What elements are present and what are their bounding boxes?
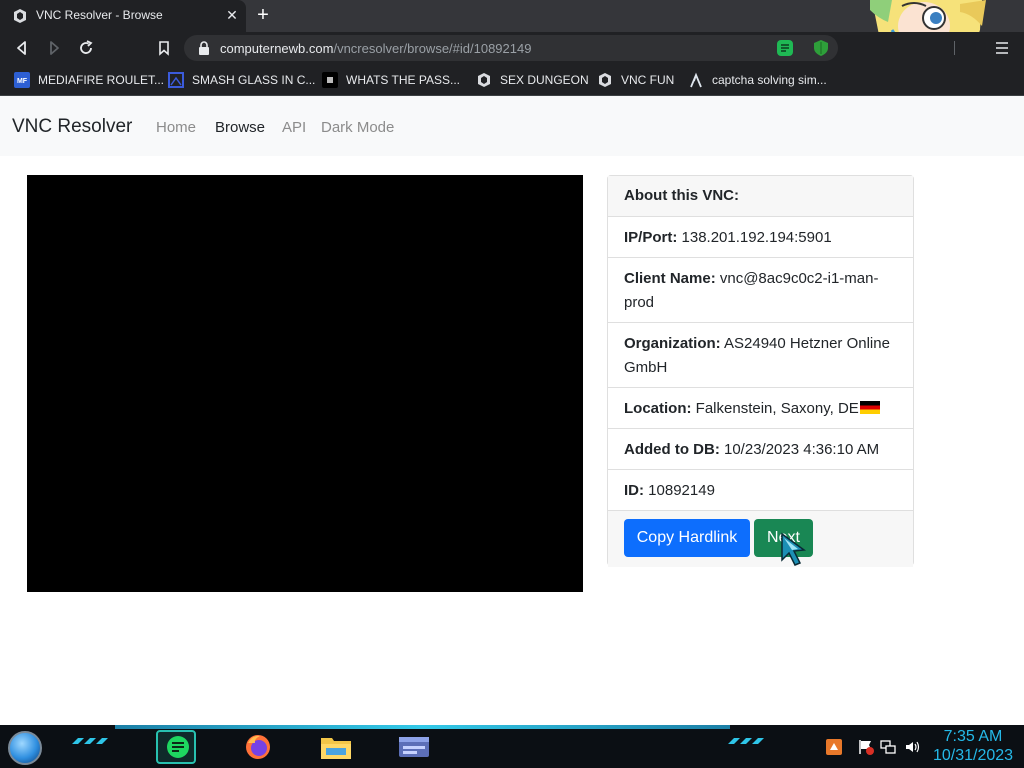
nav-link-api[interactable]: API xyxy=(282,119,306,136)
browser-tab-bar: VNC Resolver - Browse ✕ + xyxy=(0,0,1024,60)
network-icon[interactable] xyxy=(880,739,896,755)
mediafire-icon: MF xyxy=(14,72,30,88)
forward-icon[interactable] xyxy=(44,38,64,58)
taskbar: 7:35 AM 10/31/2023 xyxy=(0,725,1024,768)
browser-toolbar: computernewb.com/vncresolver/browse/#id/… xyxy=(0,32,1024,64)
action-center-flag-icon[interactable] xyxy=(858,739,874,755)
bookmark-icon[interactable] xyxy=(154,38,174,58)
bookmark-label: SMASH GLASS IN C... xyxy=(192,73,316,87)
taskbar-app-firefox[interactable] xyxy=(238,730,278,764)
nav-link-home[interactable]: Home xyxy=(156,119,196,136)
org-label: Organization: xyxy=(624,335,721,352)
vnc-logo-icon xyxy=(478,73,490,87)
bookmark-label: WHATS THE PASS... xyxy=(346,73,461,87)
bookmark-label: SEX DUNGEON xyxy=(500,73,589,87)
added-value: 10/23/2023 4:36:10 AM xyxy=(724,441,880,458)
clock-time: 7:35 AM xyxy=(943,728,1003,745)
nav-link-browse[interactable]: Browse xyxy=(215,119,265,136)
info-row-location: Location: Falkenstein, Saxony, DE xyxy=(608,388,913,429)
start-button[interactable] xyxy=(8,731,42,765)
url-path: /vncresolver/browse/#id/10892149 xyxy=(333,41,532,56)
firefox-icon xyxy=(246,735,270,759)
ip-value: 138.201.192.194:5901 xyxy=(681,229,832,246)
browser-menu-icon[interactable] xyxy=(994,38,1010,58)
site-navbar: VNC Resolver Home Browse API Dark Mode xyxy=(0,96,1024,156)
info-row-added: Added to DB: 10/23/2023 4:36:10 AM xyxy=(608,429,913,470)
url-domain: computernewb.com xyxy=(220,41,334,56)
vnc-info-card: About this VNC: IP/Port: 138.201.192.194… xyxy=(607,175,914,567)
address-bar[interactable]: computernewb.com/vncresolver/browse/#id/… xyxy=(184,35,955,61)
lambda-icon xyxy=(690,72,702,88)
taskbar-app-notes[interactable] xyxy=(156,730,196,764)
browser-tab[interactable]: VNC Resolver - Browse ✕ xyxy=(0,0,246,32)
omnibox-separator xyxy=(954,41,955,55)
card-footer: Copy Hardlink Next xyxy=(608,511,913,567)
taskbar-clock[interactable]: 7:35 AM 10/31/2023 xyxy=(928,727,1018,765)
bookmark-label: MEDIAFIRE ROULET... xyxy=(38,73,165,87)
bookmark-label: captcha solving sim... xyxy=(712,73,827,87)
id-label: ID: xyxy=(624,482,644,499)
url-text: computernewb.com/vncresolver/browse/#id/… xyxy=(220,41,531,56)
info-row-organization: Organization: AS24940 Hetzner Online Gmb… xyxy=(608,323,913,388)
taskbar-decoration xyxy=(728,738,764,744)
info-row-ip: IP/Port: 138.201.192.194:5901 xyxy=(608,217,913,258)
taskbar-app-file-explorer[interactable] xyxy=(316,730,356,764)
file-explorer-icon xyxy=(321,738,351,759)
card-header: About this VNC: xyxy=(608,176,913,217)
id-value: 10892149 xyxy=(648,482,715,499)
vnc-logo-icon xyxy=(599,73,611,87)
location-value: Falkenstein, Saxony, DE xyxy=(695,400,859,417)
nav-link-dark-mode[interactable]: Dark Mode xyxy=(321,119,394,136)
spotify-icon xyxy=(167,736,189,758)
lock-icon xyxy=(199,41,209,55)
clock-date: 10/31/2023 xyxy=(932,747,1014,764)
tray-app-icon[interactable] xyxy=(826,739,842,755)
location-label: Location: xyxy=(624,400,692,417)
reload-icon[interactable] xyxy=(76,38,96,58)
terminal-icon xyxy=(399,737,429,757)
tab-title: VNC Resolver - Browse xyxy=(36,8,163,22)
taskbar-decoration xyxy=(72,738,108,744)
volume-icon[interactable] xyxy=(904,739,920,755)
shield-extension-icon[interactable] xyxy=(813,40,829,56)
mouse-cursor-icon xyxy=(781,532,807,566)
ip-label: IP/Port: xyxy=(624,229,678,246)
bookmark-label: VNC FUN xyxy=(621,73,675,87)
taskbar-app-window[interactable] xyxy=(394,730,434,764)
glass-icon xyxy=(168,72,184,88)
new-tab-button[interactable]: + xyxy=(252,4,274,26)
taskbar-accent-band xyxy=(115,725,730,729)
info-row-id: ID: 10892149 xyxy=(608,470,913,511)
vnc-screenshot xyxy=(27,175,583,592)
back-icon[interactable] xyxy=(12,38,32,58)
svg-text:MF: MF xyxy=(17,78,28,85)
info-row-client: Client Name: vnc@8ac9c0c2-i1-man-prod xyxy=(608,258,913,323)
dark-site-icon xyxy=(322,72,338,88)
bookmarks-bar: MF MEDIAFIRE ROULET... SMASH GLASS IN C.… xyxy=(0,64,1024,96)
close-tab-icon[interactable]: ✕ xyxy=(222,5,242,25)
added-label: Added to DB: xyxy=(624,441,720,458)
notes-extension-icon[interactable] xyxy=(777,40,793,56)
client-label: Client Name: xyxy=(624,270,716,287)
copy-hardlink-button[interactable]: Copy Hardlink xyxy=(624,519,750,557)
vnc-logo-icon xyxy=(14,9,26,23)
site-brand[interactable]: VNC Resolver xyxy=(12,116,132,138)
germany-flag-icon xyxy=(859,401,880,414)
